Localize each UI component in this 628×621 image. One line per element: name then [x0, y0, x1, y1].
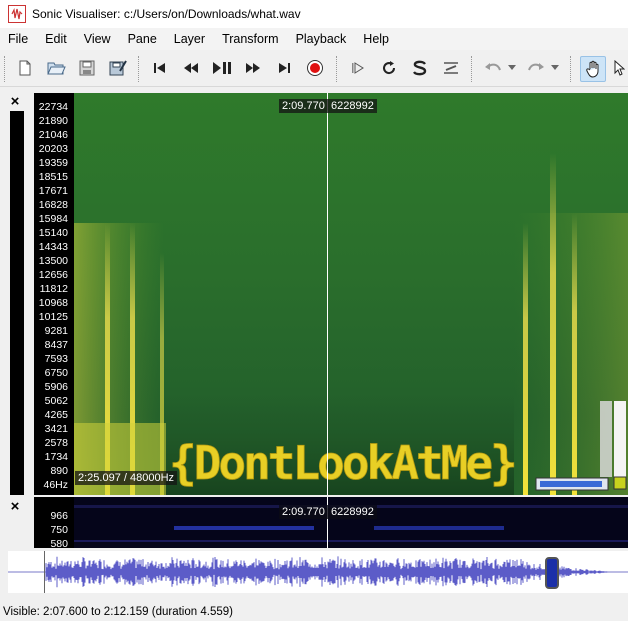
close-pane-icon[interactable]: ×: [8, 94, 22, 109]
frequency-label: 6750: [44, 367, 68, 379]
frequency-label: 15984: [38, 213, 68, 225]
spectrogram-image: {DontLookAtMe}: [74, 93, 628, 495]
solo-icon[interactable]: [408, 56, 432, 80]
frequency-scale: 22734 21890 21046 20203 19359 18515 17671 16828…: [34, 93, 74, 495]
overview-start-marker: [44, 551, 45, 593]
menu-layer[interactable]: Layer: [166, 32, 214, 46]
lower-frequency-label: 966: [50, 510, 68, 522]
app-icon: [8, 5, 26, 23]
frequency-label: 16828: [38, 199, 68, 211]
new-file-icon[interactable]: [13, 56, 37, 80]
overview-waveform[interactable]: [8, 551, 628, 593]
redo-dropdown-icon[interactable]: [548, 56, 562, 80]
frequency-label: 14343: [38, 241, 68, 253]
spectrogram-view[interactable]: {DontLookAtMe} 2:09.770 6228992 2:25.097…: [74, 93, 628, 495]
loop-icon[interactable]: [377, 56, 401, 80]
frequency-label: 9281: [44, 325, 68, 337]
menu-playback[interactable]: Playback: [288, 32, 356, 46]
frequency-label: 5906: [44, 381, 68, 393]
playback-cursor[interactable]: [327, 93, 328, 495]
open-folder-icon[interactable]: [44, 56, 68, 80]
menu-pane[interactable]: Pane: [120, 32, 166, 46]
toolbar-separator: [336, 56, 340, 82]
scroll-icon[interactable]: [439, 56, 463, 80]
save-icon[interactable]: [75, 56, 99, 80]
menu-bar: File Edit View Pane Layer Transform Play…: [0, 28, 628, 50]
play-pause-icon[interactable]: [210, 56, 234, 80]
title-bar: Sonic Visualiser: c:/Users/on/Downloads/…: [0, 0, 628, 28]
navigate-hand-icon[interactable]: [580, 56, 606, 82]
lower-spectrogram-pane[interactable]: × 966 750 580 2:09.770 6228992: [0, 497, 628, 550]
frequency-label: 5062: [44, 395, 68, 407]
toolbar-separator: [138, 56, 142, 82]
frequency-label: 17671: [38, 185, 68, 197]
lower-spectrogram-view[interactable]: 2:09.770 6228992: [74, 497, 628, 548]
rewind-start-icon[interactable]: [148, 56, 172, 80]
frequency-label: 7593: [44, 353, 68, 365]
window-title: Sonic Visualiser: c:/Users/on/Downloads/…: [32, 7, 301, 21]
toolbar: [0, 50, 628, 87]
frequency-label: 46Hz: [43, 479, 68, 491]
frequency-label: 13500: [38, 255, 68, 267]
menu-view[interactable]: View: [76, 32, 120, 46]
frequency-label: 890: [50, 465, 68, 477]
frequency-label: 18515: [38, 171, 68, 183]
play-selection-icon[interactable]: [346, 56, 370, 80]
menu-file[interactable]: File: [0, 32, 37, 46]
overview-viewport-handle[interactable]: [545, 557, 559, 589]
frequency-label: 4265: [44, 409, 68, 421]
frequency-label: 8437: [44, 339, 68, 351]
frequency-label: 12656: [38, 269, 68, 281]
fast-forward-icon[interactable]: [241, 56, 265, 80]
ffwd-end-icon[interactable]: [272, 56, 296, 80]
rewind-icon[interactable]: [179, 56, 203, 80]
save-as-icon[interactable]: [106, 56, 130, 80]
status-bar: Visible: 2:07.600 to 2:12.159 (duration …: [0, 604, 628, 621]
frequency-label: 19359: [38, 157, 68, 169]
frequency-label: 10125: [38, 311, 68, 323]
toolbar-separator: [471, 56, 475, 82]
frequency-label: 22734: [38, 101, 68, 113]
frequency-label: 2578: [44, 437, 68, 449]
menu-edit[interactable]: Edit: [37, 32, 76, 46]
undo-dropdown-icon[interactable]: [505, 56, 519, 80]
cursor-frame-label: 6228992: [328, 99, 377, 113]
undo-icon[interactable]: [481, 56, 505, 80]
redo-icon[interactable]: [524, 56, 548, 80]
spectrogram-pane[interactable]: × 22734 21890 21046 20203 19359 18515 17671 168…: [0, 93, 628, 495]
lower-cursor-time-label: 2:09.770: [279, 505, 328, 519]
frequency-label: 3421: [44, 423, 68, 435]
close-lower-pane-icon[interactable]: ×: [8, 499, 22, 514]
frequency-label: 21890: [38, 115, 68, 127]
lower-frequency-label: 750: [50, 524, 68, 536]
position-label: 2:25.097 / 48000Hz: [75, 471, 178, 485]
frequency-label: 10968: [38, 297, 68, 309]
cursor-time-label: 2:09.770: [279, 99, 328, 113]
hidden-message: {DontLookAtMe}: [169, 436, 515, 490]
select-arrow-icon[interactable]: [610, 56, 628, 80]
frequency-label: 20203: [38, 143, 68, 155]
frequency-label: 11812: [39, 283, 68, 295]
pane-left-strip: [10, 111, 24, 495]
frequency-label: 21046: [38, 129, 68, 141]
lower-frequency-scale: 966 750 580: [34, 497, 74, 550]
lower-cursor-frame-label: 6228992: [328, 505, 377, 519]
waveform-image: [8, 556, 628, 588]
record-icon[interactable]: [303, 56, 327, 80]
menu-transform[interactable]: Transform: [214, 32, 288, 46]
toolbar-separator: [570, 56, 574, 82]
lower-frequency-label: 580: [50, 538, 68, 550]
frequency-label: 15140: [38, 227, 68, 239]
toolbar-grip: [4, 56, 8, 82]
menu-help[interactable]: Help: [355, 32, 398, 46]
frequency-label: 1734: [44, 451, 68, 463]
